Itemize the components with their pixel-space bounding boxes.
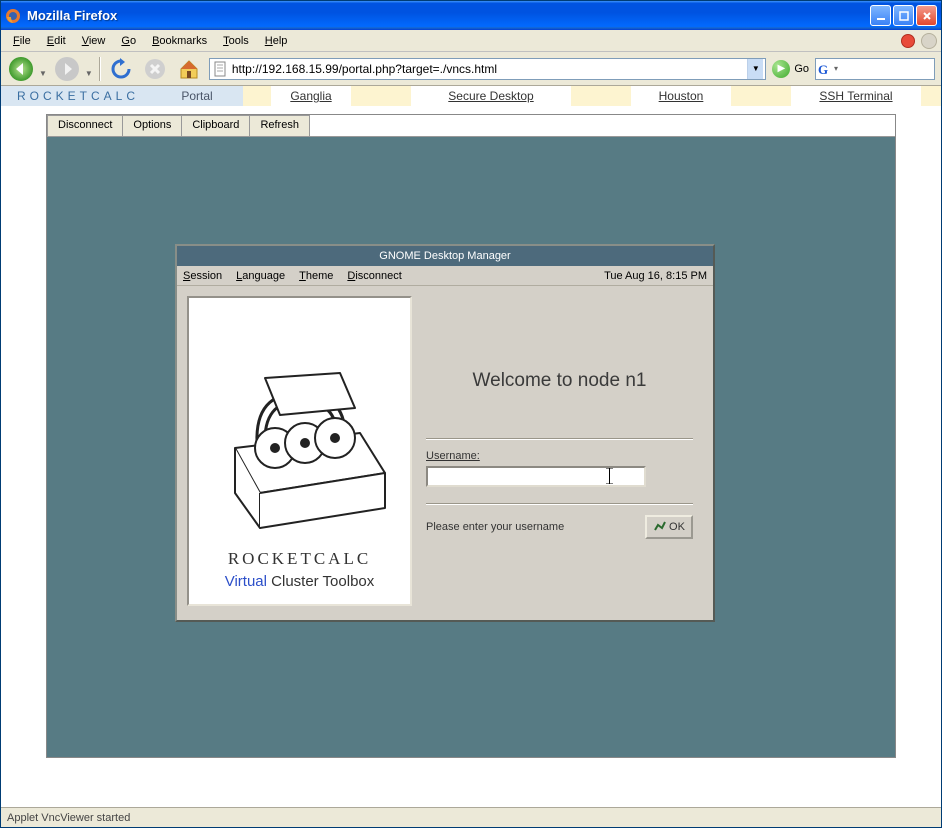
firefox-icon — [5, 8, 21, 24]
maximize-button[interactable] — [893, 5, 914, 26]
gdm-window: GNOME Desktop Manager Session Language T… — [175, 244, 715, 622]
forward-button — [53, 55, 81, 83]
url-dropdown[interactable]: ▼ — [747, 59, 763, 79]
divider — [426, 503, 693, 505]
portal-brand: ROCKETCALC — [1, 86, 151, 106]
gdm-menubar: Session Language Theme Disconnect Tue Au… — [177, 266, 713, 286]
ok-button[interactable]: OK — [645, 515, 693, 539]
status-bar: Applet VncViewer started — [1, 807, 941, 827]
vnc-display[interactable]: GNOME Desktop Manager Session Language T… — [47, 137, 895, 757]
navigation-toolbar: ▼ ▼ ▼ ▶ Go G▾ — [1, 52, 941, 86]
url-bar[interactable]: ▼ — [209, 58, 766, 80]
tab-ganglia[interactable]: Ganglia — [271, 86, 351, 106]
go-button[interactable]: ▶ Go — [772, 60, 809, 78]
window-title: Mozilla Firefox — [27, 8, 870, 23]
divider — [426, 438, 693, 440]
vnc-options-button[interactable]: Options — [122, 115, 182, 136]
home-button[interactable] — [175, 55, 203, 83]
search-box[interactable]: G▾ — [815, 58, 935, 80]
tab-portal[interactable]: Portal — [151, 86, 243, 106]
tab-secure-desktop[interactable]: Secure Desktop — [411, 86, 571, 106]
forward-dropdown: ▼ — [85, 69, 93, 78]
page-icon — [212, 61, 228, 77]
page-content: Disconnect Options Clipboard Refresh GNO… — [1, 106, 941, 807]
menu-file[interactable]: File — [5, 33, 39, 49]
menu-bookmarks[interactable]: Bookmarks — [144, 33, 215, 49]
adblock-icon[interactable] — [901, 34, 915, 48]
menu-view[interactable]: View — [74, 33, 114, 49]
vnc-disconnect-button[interactable]: Disconnect — [47, 115, 123, 136]
toolbar-divider — [99, 57, 101, 81]
toolbox-icon — [205, 343, 395, 543]
menu-go[interactable]: Go — [113, 33, 144, 49]
back-dropdown[interactable]: ▼ — [39, 69, 47, 78]
gdm-menu-session[interactable]: Session — [183, 270, 222, 282]
tab-houston[interactable]: Houston — [631, 86, 731, 106]
throbber-icon — [921, 33, 937, 49]
minimize-button[interactable] — [870, 5, 891, 26]
logo-text-rocketcalc: ROCKETCALC — [228, 549, 371, 569]
welcome-text: Welcome to node n1 — [426, 370, 693, 392]
gdm-logo-panel: ROCKETCALC Virtual Cluster Toolbox — [187, 296, 412, 606]
prompt-text: Please enter your username — [426, 521, 564, 533]
tab-ssh-terminal[interactable]: SSH Terminal — [791, 86, 921, 106]
go-label: Go — [794, 63, 809, 75]
close-button[interactable] — [916, 5, 937, 26]
username-input[interactable] — [426, 466, 646, 487]
window-titlebar: Mozilla Firefox — [1, 1, 941, 30]
portal-nav: ROCKETCALC Portal Ganglia Secure Desktop… — [1, 86, 941, 106]
ok-icon — [653, 520, 667, 534]
menu-tools[interactable]: Tools — [215, 33, 257, 49]
gdm-menu-disconnect[interactable]: Disconnect — [347, 270, 401, 282]
stop-button — [141, 55, 169, 83]
menubar: File Edit View Go Bookmarks Tools Help — [1, 30, 941, 52]
vnc-toolbar: Disconnect Options Clipboard Refresh — [47, 115, 895, 137]
status-text: Applet VncViewer started — [7, 812, 130, 824]
gdm-menu-language[interactable]: Language — [236, 270, 285, 282]
menu-edit[interactable]: Edit — [39, 33, 74, 49]
go-icon: ▶ — [772, 60, 790, 78]
url-input[interactable] — [232, 62, 747, 76]
google-icon: G — [818, 62, 832, 76]
username-label: Username: — [426, 450, 693, 462]
gdm-title: GNOME Desktop Manager — [177, 246, 713, 266]
gdm-clock: Tue Aug 16, 8:15 PM — [604, 270, 707, 282]
back-button[interactable] — [7, 55, 35, 83]
vnc-refresh-button[interactable]: Refresh — [249, 115, 310, 136]
gdm-menu-theme[interactable]: Theme — [299, 270, 333, 282]
vnc-clipboard-button[interactable]: Clipboard — [181, 115, 250, 136]
vnc-applet: Disconnect Options Clipboard Refresh GNO… — [46, 114, 896, 758]
reload-button[interactable] — [107, 55, 135, 83]
menu-help[interactable]: Help — [257, 33, 296, 49]
logo-text-subtitle: Virtual Cluster Toolbox — [225, 573, 375, 590]
